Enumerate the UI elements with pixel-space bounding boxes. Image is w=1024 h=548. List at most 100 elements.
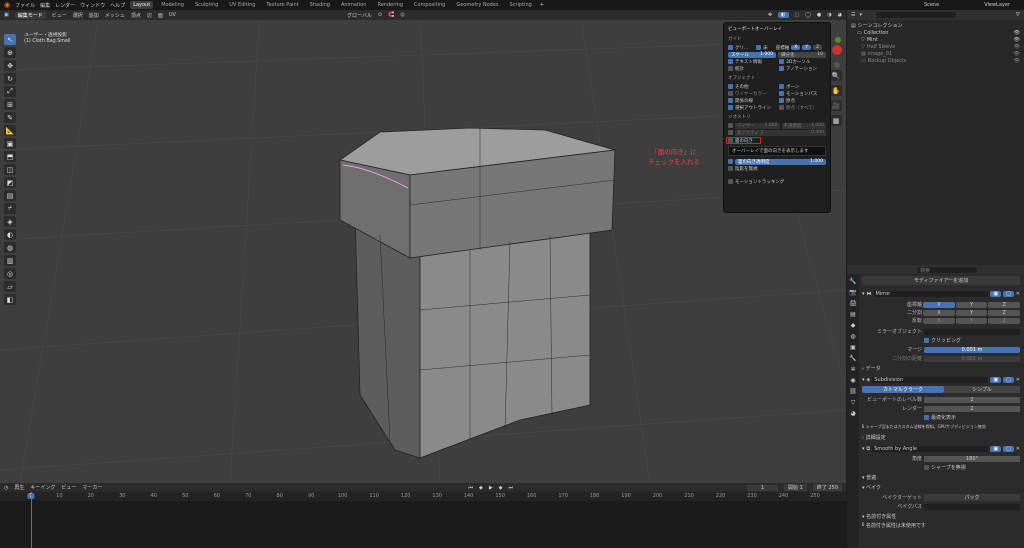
subdivision-modifier-header[interactable]: ▾ ◈ Subdivision ▣ ▢ ✕ [862, 377, 1020, 383]
tab-texture-paint[interactable]: Texture Paint [263, 1, 301, 9]
mirror-axis-y[interactable]: Y [955, 301, 988, 308]
extrude-tool-icon[interactable]: ⬒ [4, 151, 16, 162]
angle-field[interactable]: 180° [924, 455, 1020, 462]
modifier-tab-icon[interactable]: 🔧 [849, 355, 856, 362]
rip-tool-icon[interactable]: ◧ [4, 294, 16, 305]
axis-x-button[interactable]: X [791, 45, 801, 50]
material-tab-icon[interactable]: ◕ [850, 410, 855, 417]
outliner-item-mint[interactable]: ▽ Mint 👁 [851, 37, 1020, 44]
transform-tool-icon[interactable]: ⊞ [4, 99, 16, 110]
menu-add[interactable]: 追加 [89, 12, 99, 19]
constraints-tab-icon[interactable]: ⛓ [849, 388, 857, 395]
tab-sculpting[interactable]: Sculpting [192, 1, 221, 9]
shading-material-icon[interactable]: ◑ [827, 12, 831, 18]
edge-slide-tool-icon[interactable]: ▥ [4, 255, 16, 266]
close-icon[interactable]: ✕ [1016, 291, 1020, 297]
bevel-tool-icon[interactable]: ◩ [4, 177, 16, 188]
measure-tool-icon[interactable]: 📐 [4, 125, 16, 136]
mirror-axis-x[interactable]: X [923, 301, 955, 308]
opacity-field[interactable]: 不透明度 1.000 [781, 122, 826, 129]
timeline-editor-icon[interactable]: ◷ [4, 485, 8, 491]
menu-keying[interactable]: キーイング [30, 484, 55, 491]
xray-icon[interactable]: ▢ [795, 12, 800, 18]
face-alpha-checkbox[interactable] [728, 159, 733, 164]
close-icon[interactable]: ✕ [1016, 446, 1020, 452]
data-tab-icon[interactable]: ▽ [851, 399, 856, 406]
outliner-search-input[interactable] [876, 12, 956, 18]
wireframe-checkbox[interactable] [728, 91, 733, 96]
annotations-checkbox[interactable] [779, 66, 784, 71]
gizmo-toggle-icon[interactable]: ✥ [768, 12, 772, 18]
clipping-checkbox[interactable] [924, 338, 929, 343]
tab-shading[interactable]: Shading [307, 1, 333, 9]
outline-selected-checkbox[interactable] [728, 105, 733, 110]
merge-field[interactable]: 0.001 m [924, 346, 1020, 353]
ignore-sharp-checkbox[interactable] [924, 465, 929, 470]
expand-icon[interactable]: ▾ [862, 446, 865, 452]
menu-timeline-view[interactable]: ビュー [61, 484, 76, 491]
mirror-modifier-header[interactable]: ▾ ⧓ Mirror ▣ ▢ ✕ [862, 291, 1020, 297]
axis-z-button[interactable]: Z [813, 45, 823, 50]
menu-select[interactable]: 選択 [73, 12, 83, 19]
render-tab-icon[interactable]: 📷 [849, 289, 856, 296]
text-info-checkbox[interactable] [728, 59, 733, 64]
add-cube-tool-icon[interactable]: ▣ [4, 138, 16, 149]
blender-logo-icon[interactable]: ◉ [4, 1, 10, 9]
current-frame-field[interactable]: 1 [746, 484, 779, 491]
menu-marker[interactable]: マーカー [82, 484, 102, 491]
visibility-eye-icon[interactable]: 👁 [1014, 58, 1020, 65]
jump-start-icon[interactable]: ⏮ [468, 485, 473, 491]
filter-icon[interactable]: ⛛ [1016, 12, 1020, 18]
shading-render-icon[interactable]: ◕ [838, 12, 842, 18]
tab-rendering[interactable]: Rendering [374, 1, 406, 9]
proportional-icon[interactable]: ◎ [400, 12, 404, 18]
flip-x[interactable]: X [923, 317, 955, 324]
overlay-toggle-icon[interactable]: ◐ [778, 12, 789, 18]
relations-checkbox[interactable] [728, 98, 733, 103]
stats-checkbox[interactable] [728, 66, 733, 71]
start-frame-field[interactable]: 開始 1 [784, 484, 807, 491]
scale-tool-icon[interactable]: ⤢ [4, 86, 16, 97]
add-modifier-button[interactable]: モディファイアーを追加 [862, 276, 1020, 285]
menu-vertex[interactable]: 頂点 [131, 12, 141, 19]
data-subpanel[interactable]: › データ [862, 365, 1020, 372]
navigation-gizmo[interactable] [832, 37, 842, 68]
face-orientation-checkbox[interactable] [728, 138, 733, 143]
visibility-eye-icon[interactable]: 👁 [1014, 37, 1020, 44]
bisect-y[interactable]: Y [955, 309, 988, 316]
tab-compositing[interactable]: Compositing [411, 1, 448, 9]
jump-end-icon[interactable]: ⏭ [509, 485, 514, 491]
particles-tab-icon[interactable]: ✲ [850, 366, 855, 373]
spin-tool-icon[interactable]: ◐ [4, 229, 16, 240]
smooth-name-field[interactable]: Smooth by Angle [872, 446, 989, 452]
face-alpha-field[interactable]: 面の向き透明度 1.000 [735, 158, 826, 165]
output-tab-icon[interactable]: 🖨 [849, 300, 857, 307]
bag-mesh[interactable] [339, 127, 616, 459]
next-key-icon[interactable]: ◆ [499, 485, 503, 491]
world-tab-icon[interactable]: ◍ [850, 333, 855, 340]
optimal-display-checkbox[interactable] [924, 415, 929, 420]
shading-wire-icon[interactable]: ◯ [805, 12, 811, 18]
properties-search-input[interactable]: 検索 [917, 266, 977, 274]
wire-field[interactable]: ワイヤー 1.000 [735, 122, 780, 129]
rotate-tool-icon[interactable]: ↻ [4, 73, 16, 84]
fade-checkbox[interactable] [728, 130, 733, 135]
motion-tracking-checkbox[interactable] [728, 179, 733, 184]
poly-build-tool-icon[interactable]: ◈ [4, 216, 16, 227]
annotate-tool-icon[interactable]: ✎ [4, 112, 16, 123]
tab-animation[interactable]: Animation [338, 1, 370, 9]
bisect-distance-field[interactable]: 0.001 m [924, 355, 1020, 362]
bake-subpanel[interactable]: ▾ ベイク [862, 484, 1020, 491]
viewlayer-selector[interactable]: ViewLayer [984, 2, 1010, 8]
ortho-grid-icon[interactable]: ▦ [830, 115, 842, 126]
render-levels-field[interactable]: 2 [924, 405, 1020, 412]
mirror-object-field[interactable] [924, 328, 1020, 335]
outliner-display-icon[interactable]: ▾ [859, 12, 862, 18]
general-subpanel[interactable]: ▾ 普遍 [862, 474, 1020, 481]
outliner-item-half-sleeve[interactable]: ▽ Half Sleeve 👁 [851, 44, 1020, 51]
scene-tab-icon[interactable]: ◆ [851, 322, 856, 329]
flip-y[interactable]: Y [955, 317, 988, 324]
outliner-item-backup[interactable]: ▭ Backup Objects 👁 [851, 58, 1020, 65]
hidden-wire-checkbox[interactable] [728, 166, 733, 171]
menu-file[interactable]: ファイル [15, 2, 35, 9]
